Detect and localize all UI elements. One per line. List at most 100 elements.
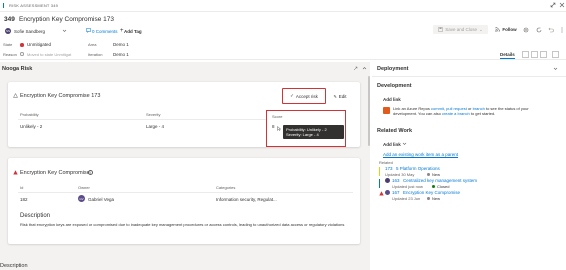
follow-button[interactable]: Follow <box>492 25 520 34</box>
warning-icon <box>13 93 18 98</box>
work-item-type-icon <box>3 3 7 8</box>
development-help-text: Link an Azure Repos commit, pull request… <box>393 106 529 116</box>
status-dot <box>427 197 430 200</box>
table-divider <box>18 119 273 120</box>
dev-text: to get started. <box>469 111 496 116</box>
reason-dropdown[interactable]: Moved to state Unmitigat <box>27 52 71 57</box>
categories-value: Information security, Regulat... <box>216 197 277 202</box>
add-link-button[interactable]: Add link <box>383 142 401 147</box>
related-item-id[interactable]: 173 <box>385 166 393 171</box>
edit-button[interactable]: ✎ Edit <box>330 92 350 101</box>
rss-icon <box>495 27 501 32</box>
close-icon[interactable] <box>559 2 565 8</box>
related-item-title[interactable]: Centralized key management system <box>403 178 477 183</box>
work-item-type-label: RISK ASSESSMENT 349 <box>9 3 59 8</box>
state-field-label: State <box>3 42 13 47</box>
avatar <box>385 190 390 195</box>
related-work-title: Related Work <box>377 128 413 134</box>
chevron-down-icon[interactable] <box>553 66 558 71</box>
score-value[interactable]: 8 <box>272 124 275 129</box>
work-item-type-icon <box>379 167 382 176</box>
add-tag-button[interactable]: Add Tag <box>124 29 142 34</box>
chevron-down-icon[interactable] <box>62 28 67 33</box>
description-heading: Description <box>20 213 51 219</box>
refresh-icon[interactable] <box>536 27 542 33</box>
undo-icon[interactable] <box>548 27 554 33</box>
risk-id-value: 182 <box>20 197 28 202</box>
area-path-dropdown[interactable]: Demo 1 <box>113 42 129 47</box>
list-item[interactable]: 173 5 Platform Operations Updated 30 May… <box>377 166 557 177</box>
section-divider <box>372 76 566 77</box>
status-dot <box>432 185 435 188</box>
chevron-down-icon: ⌄ <box>479 26 483 32</box>
severity-value: Large - 4 <box>146 124 165 129</box>
work-item-title[interactable]: Encryption Key Compromise 173 <box>19 16 114 23</box>
risk-assessment-card: Encryption Key Compromise 173 ✓ Accept r… <box>8 82 360 147</box>
add-parent-link[interactable]: Add an existing work item as a parent <box>383 152 458 157</box>
expand-icon[interactable] <box>550 2 556 8</box>
area-field-label: Area <box>88 42 97 47</box>
state-indicator-dot <box>20 43 24 47</box>
history-tab-icon[interactable] <box>522 51 529 58</box>
state-dropdown[interactable]: Unmitigated <box>27 42 51 47</box>
add-link-button[interactable]: Add link <box>383 97 401 102</box>
tab-details[interactable]: Details <box>500 52 515 59</box>
links-tab-icon[interactable] <box>531 51 538 58</box>
create-branch-link[interactable]: create a branch <box>442 111 470 116</box>
edit-label: Edit <box>338 94 347 99</box>
info-icon[interactable]: i <box>88 170 93 175</box>
section-title: Nooga Risk <box>2 66 33 72</box>
related-item-title[interactable]: Encryption Key Compromise <box>403 190 460 195</box>
left-pane-scrollbar[interactable] <box>368 76 370 146</box>
add-icon: + <box>120 28 124 34</box>
assignee-name[interactable]: Sofie Sandberg <box>14 29 45 34</box>
iteration-field-label: Iteration <box>88 52 103 57</box>
accept-risk-button[interactable]: ✓ Accept risk <box>282 88 326 104</box>
attachments-tab-icon[interactable] <box>540 51 547 58</box>
related-item-id[interactable]: 163 <box>392 178 400 183</box>
tooltip-severity: Severity: Large - 4 <box>286 132 319 137</box>
more-options-icon[interactable] <box>559 27 565 33</box>
related-item-updated: Updated 30 May <box>385 172 415 177</box>
avatar: GV <box>78 195 85 202</box>
status-badge: Closed <box>437 184 450 189</box>
development-title: Development <box>377 83 412 89</box>
score-highlight-box: Score 8 Probability: Unlikely - 2 Severi… <box>266 110 346 147</box>
azure-repos-icon <box>383 107 390 114</box>
owner-value: Gabriel Vega <box>88 197 115 202</box>
iteration-path-dropdown[interactable]: Demo 1 <box>113 52 129 57</box>
warning-triangle-icon <box>13 170 18 175</box>
reason-field-label: Reason <box>3 52 17 57</box>
bottom-description-heading: Description <box>0 263 28 269</box>
related-item-id[interactable]: 167 <box>392 190 400 195</box>
save-and-close-label: Save and Close <box>445 27 477 32</box>
comments-link[interactable]: 0 Comments <box>92 29 118 34</box>
related-item-title[interactable]: 5 Platform Operations <box>396 166 440 171</box>
extension-tab-icon[interactable] <box>552 51 559 58</box>
related-group-label: Related <box>379 160 393 165</box>
list-item[interactable]: 167 Encryption Key Compromise Updated 23… <box>377 190 557 201</box>
status-badge: New <box>432 196 441 201</box>
checkmark-icon: ✓ <box>290 93 294 98</box>
save-and-close-button[interactable]: Save and Close ⌄ <box>433 25 488 34</box>
list-item[interactable]: 163 Centralized key management system Up… <box>377 178 557 189</box>
work-item-fields: State Unmitigated Reason Moved to state … <box>0 38 566 60</box>
risk-card-title: Encryption Key Compromise 173 <box>20 93 101 99</box>
work-item-id: 349 <box>4 16 15 23</box>
chevron-down-icon[interactable] <box>402 141 407 146</box>
risk-details-card: Encryption Key Compromise i Id Owner Cat… <box>8 158 360 244</box>
chevron-up-icon[interactable] <box>362 66 367 71</box>
expand-icon[interactable] <box>353 66 358 71</box>
gear-icon[interactable] <box>523 27 529 33</box>
avatar <box>385 178 390 183</box>
cursor-pointer-icon <box>277 126 281 131</box>
work-item-header: 349 Encryption Key Compromise 173 SS Sof… <box>0 12 566 38</box>
accept-risk-label: Accept risk <box>295 93 318 99</box>
comment-icon <box>86 28 91 33</box>
related-item-updated: Updated just now <box>392 184 423 189</box>
status-dot <box>427 173 430 176</box>
follow-label: Follow <box>502 27 517 32</box>
reason-indicator-icon <box>20 52 24 56</box>
score-tooltip: Probability: Unlikely - 2 Severity: Larg… <box>283 125 344 139</box>
owner-column-header: Owner <box>78 185 90 190</box>
